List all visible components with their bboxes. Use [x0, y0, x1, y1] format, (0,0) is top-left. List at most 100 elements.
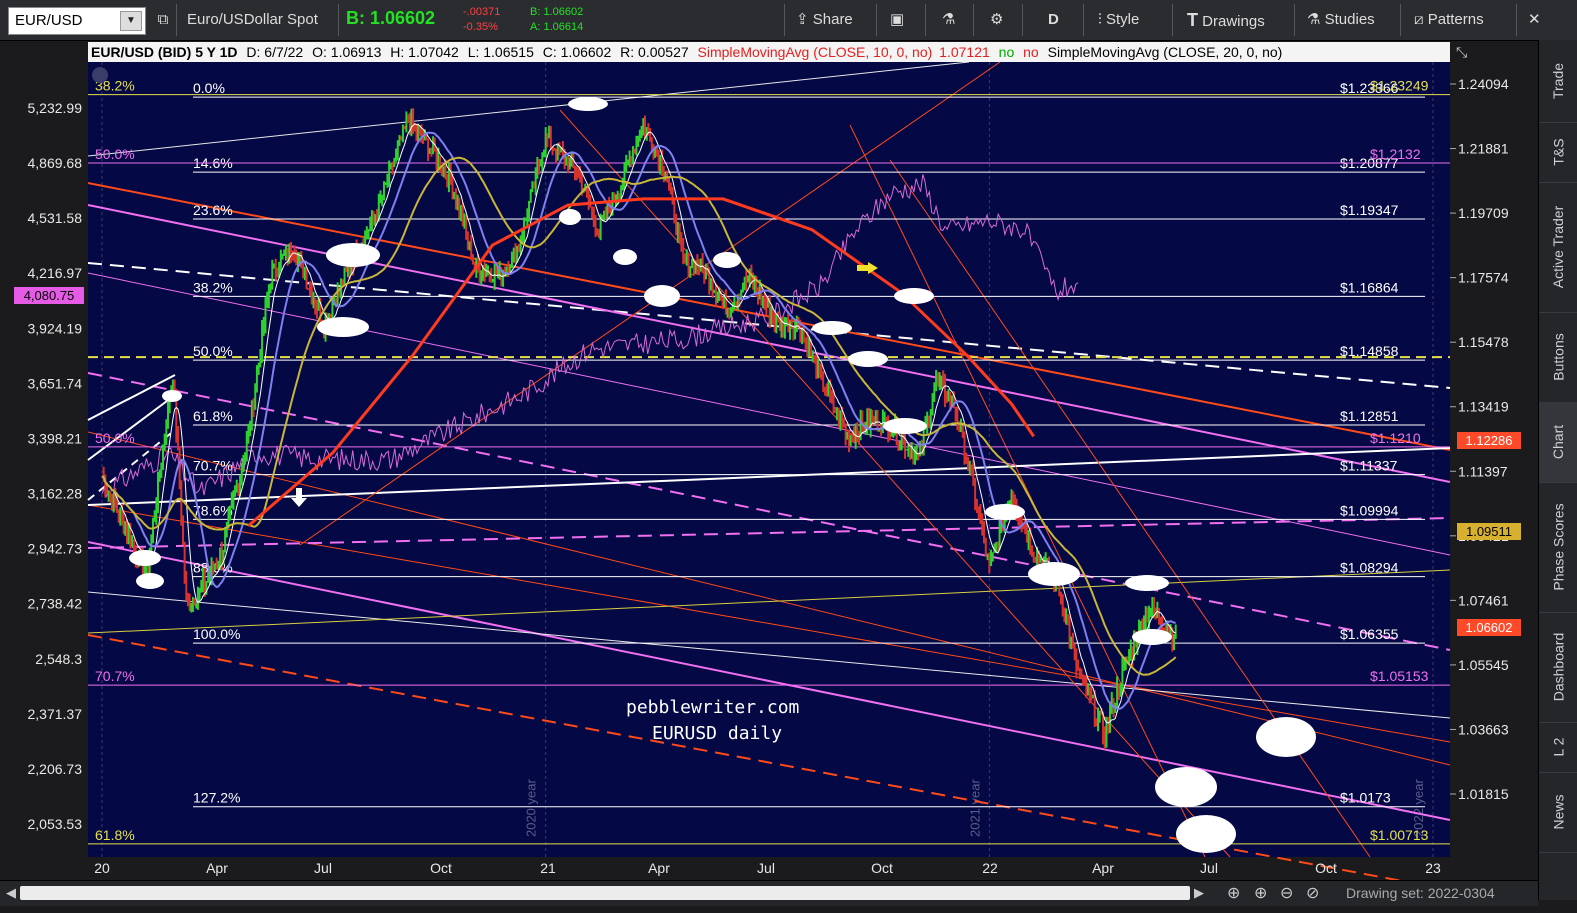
level-pct-label: 70.7% — [95, 668, 135, 684]
tab-level2[interactable]: L 2 — [1539, 722, 1577, 773]
x-tick-label: 20 — [94, 860, 110, 876]
trendline-red-dashed — [87, 634, 1451, 891]
drawing-set-label[interactable]: Drawing set: 2022-0304 — [1346, 885, 1495, 901]
tab-dashboard[interactable]: Dashboard — [1539, 612, 1577, 723]
left-tick-label: 2,738.42 — [28, 596, 83, 612]
target-ellipse — [317, 317, 369, 337]
right-tick-label: 1.07461 — [1458, 592, 1509, 608]
target-ellipse — [713, 252, 741, 268]
right-tick-label: 1.13419 — [1458, 399, 1509, 415]
x-tick-label: 22 — [982, 860, 998, 876]
x-tick-label: Apr — [648, 860, 670, 876]
year-mark: 2021 year — [967, 779, 982, 837]
target-ellipse — [883, 418, 927, 434]
fib-price-label: $1.06355 — [1340, 626, 1399, 642]
fib-price-label: $1.19347 — [1340, 202, 1399, 218]
side-tab-panel: Trade T&S Active Trader Buttons Chart Ph… — [1538, 40, 1577, 900]
target-ellipse — [894, 288, 934, 304]
header-sma10-value: 1.07121 — [939, 44, 990, 60]
x-tick-label: Jul — [314, 860, 332, 876]
left-tick-label: 4,869.68 — [28, 155, 83, 171]
scroll-left-icon[interactable]: ◀ — [6, 885, 16, 901]
tab-active-trader[interactable]: Active Trader — [1539, 182, 1577, 313]
zoom-out-icon[interactable]: ⊖ — [1280, 883, 1293, 903]
right-tick-label: 1.24094 — [1458, 76, 1509, 92]
x-tick-label: Apr — [1092, 860, 1114, 876]
target-ellipse — [1176, 815, 1236, 853]
x-tick-label: Oct — [871, 860, 893, 876]
level-pct-label: 50.0% — [95, 146, 135, 162]
right-tick-label: 1.15478 — [1458, 334, 1509, 350]
left-tick-label: 2,371.37 — [28, 706, 83, 722]
scroll-right-icon[interactable]: ▶ — [1194, 885, 1204, 901]
right-tick-label: 1.17574 — [1458, 270, 1509, 286]
price-series — [101, 108, 1177, 750]
fib-price-label: $1.0173 — [1340, 790, 1391, 806]
header-low: L: 1.06515 — [467, 44, 534, 60]
fib-price-label: $1.12851 — [1340, 408, 1399, 424]
trendline-white-top — [87, 61, 970, 157]
x-tick-label: Oct — [430, 860, 452, 876]
price-marker-3: 1.06602 — [1457, 619, 1521, 636]
fib-pct-label: 50.0% — [193, 343, 233, 359]
x-tick-label: Oct — [1315, 860, 1337, 876]
left-tick-label: 2,053.53 — [28, 816, 83, 832]
header-sma10: SimpleMovingAvg (CLOSE, 10, 0, no) — [697, 44, 933, 60]
collapse-icon[interactable]: ⤡ — [1456, 44, 1467, 61]
target-ellipse — [559, 209, 581, 225]
fib-price-label: $1.11337 — [1340, 458, 1398, 474]
fib-price-label: $1.08294 — [1340, 560, 1399, 576]
fib-pct-label: 23.6% — [193, 202, 233, 218]
right-tick-label: 1.19709 — [1458, 205, 1509, 221]
trendline-magenta-lower — [87, 541, 1451, 821]
tab-trade[interactable]: Trade — [1539, 40, 1577, 123]
trendline-red-steep-3 — [559, 109, 1231, 858]
level-price-label: $1.1210 — [1370, 430, 1421, 446]
crosshair-icon[interactable]: ⊕ — [1227, 883, 1240, 903]
level-price-label: $1.00713 — [1370, 827, 1429, 843]
target-ellipse — [162, 390, 182, 402]
tab-phase-scores[interactable]: Phase Scores — [1539, 482, 1577, 613]
reset-zoom-icon[interactable]: ⊘ — [1306, 883, 1319, 903]
header-date: D: 6/7/22 — [246, 44, 304, 60]
right-tick-label: 1.05545 — [1458, 657, 1509, 673]
x-tick-label: Jul — [757, 860, 775, 876]
bottom-bar: ◀ ▶ ⊕ ⊕ ⊖ ⊘ Drawing set: 2022-0304 — [0, 880, 1538, 906]
right-tick-label: 1.11397 — [1458, 463, 1508, 479]
trendline-magenta-rising-dashed — [87, 517, 1451, 549]
tab-buttons[interactable]: Buttons — [1539, 312, 1577, 403]
level-price-label: $1.23249 — [1370, 78, 1429, 94]
fib-price-label: $1.09994 — [1340, 502, 1399, 518]
target-ellipse — [985, 504, 1025, 520]
tab-news[interactable]: News — [1539, 772, 1577, 853]
left-tick-label: 4,216.97 — [28, 265, 83, 281]
target-ellipse — [848, 351, 888, 367]
header-title: EUR/USD (BID) 5 Y 1D — [91, 44, 238, 60]
left-value-marker: 4,080.75 — [14, 287, 84, 304]
left-tick-label: 3,398.21 — [28, 430, 83, 446]
target-ellipse — [136, 573, 164, 589]
left-tick-label: 2,206.73 — [28, 761, 83, 777]
target-ellipse — [812, 321, 852, 335]
sma50-line — [101, 156, 1177, 676]
fib-pct-label: 38.2% — [193, 279, 233, 295]
watermark-line-1: pebblewriter.com — [626, 697, 800, 718]
level-price-label: $1.2132 — [1370, 146, 1421, 162]
target-ellipse — [1256, 717, 1316, 757]
x-tick-label: 21 — [540, 860, 556, 876]
price-marker-2: 1.09511 — [1457, 523, 1521, 540]
horizontal-scrollbar[interactable] — [20, 886, 1190, 900]
trendline-red-steep-1 — [849, 124, 1206, 858]
down-arrow-icon — [291, 488, 307, 507]
header-high: H: 1.07042 — [390, 44, 459, 60]
sma10-line — [101, 123, 1176, 724]
fib-price-label: $1.16864 — [1340, 279, 1399, 295]
trendline-magenta-dashed — [87, 372, 1451, 651]
right-tick-label: 1.03663 — [1458, 721, 1509, 737]
left-tick-label: 3,924.19 — [28, 320, 83, 336]
tab-chart[interactable]: Chart — [1539, 402, 1577, 483]
fib-pct-label: 127.2% — [193, 790, 240, 806]
zoom-in-icon[interactable]: ⊕ — [1254, 883, 1267, 903]
tab-time-and-sales[interactable]: T&S — [1539, 122, 1577, 183]
trend-lines — [87, 61, 1451, 891]
